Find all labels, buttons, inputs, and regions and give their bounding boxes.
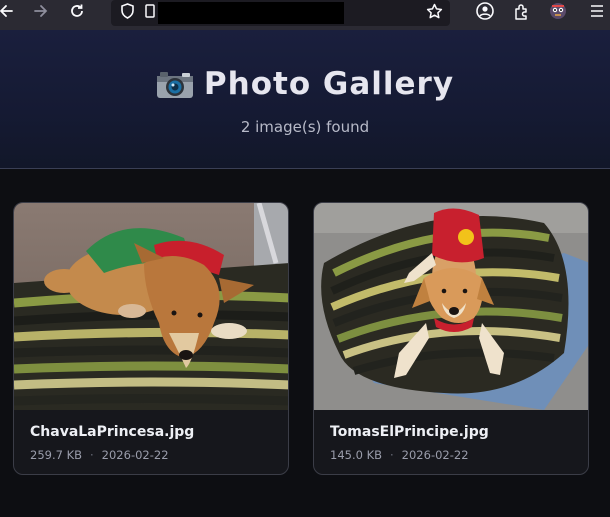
extensions-icon[interactable] [510,0,532,22]
photo-filename[interactable]: ChavaLaPrincesa.jpg [30,424,194,440]
photo-thumbnail-dog-red-sweater[interactable] [314,203,588,410]
reload-icon[interactable] [66,0,88,22]
photo-meta: 259.7 KB · 2026-02-22 [30,448,169,462]
bookmark-star-icon[interactable] [423,0,445,22]
photo-meta: 145.0 KB · 2026-02-22 [330,448,469,462]
gallery-header: Photo Gallery 2 image(s) found [0,30,610,169]
camera-icon [156,69,194,99]
page-icon [145,0,155,22]
account-icon[interactable] [474,0,496,22]
menu-icon[interactable] [587,0,607,22]
gallery-card[interactable]: ChavaLaPrincesa.jpg 259.7 KB · 2026-02-2… [13,202,289,475]
page-title-text: Photo Gallery [203,66,455,102]
shield-icon[interactable] [117,0,137,22]
page-title: Photo Gallery [0,66,610,102]
back-icon[interactable] [0,0,16,22]
photo-size: 259.7 KB [30,448,83,462]
url-text-redacted [158,2,344,24]
photo-size: 145.0 KB [330,448,383,462]
photo-date: 2026-02-22 [101,448,169,462]
forward-icon[interactable] [30,0,52,22]
meta-separator: · [90,448,94,462]
browser-toolbar [0,0,610,30]
photo-date: 2026-02-22 [401,448,469,462]
photo-thumbnail-dog-green-sweater[interactable] [14,203,288,410]
gallery-card[interactable]: TomasElPrincipe.jpg 145.0 KB · 2026-02-2… [313,202,589,475]
result-count: 2 image(s) found [240,118,370,136]
photo-filename[interactable]: TomasElPrincipe.jpg [330,424,489,440]
meta-separator: · [390,448,394,462]
extension-avatar-icon[interactable] [547,0,569,22]
